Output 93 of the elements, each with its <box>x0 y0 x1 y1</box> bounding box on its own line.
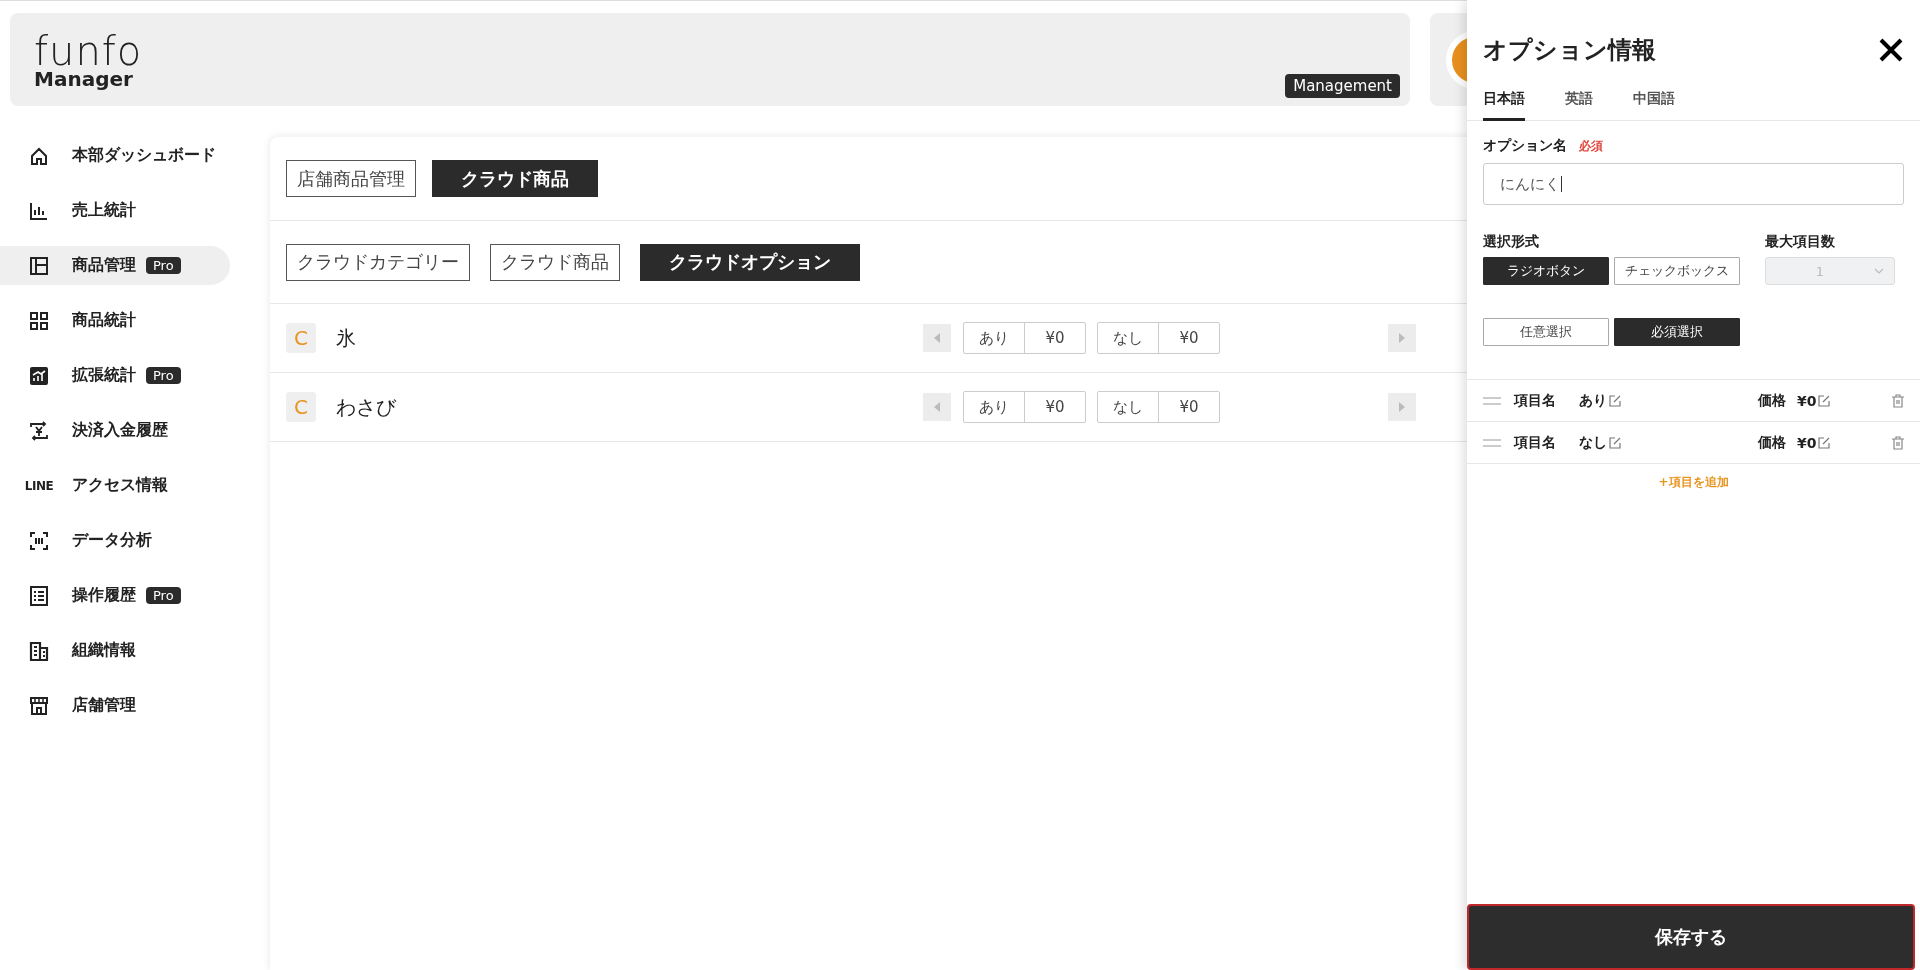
language-tab[interactable]: 日本語 <box>1483 82 1525 121</box>
yen-exchange-icon <box>29 420 49 441</box>
home-icon <box>29 145 49 166</box>
edit-icon <box>1818 436 1831 449</box>
choice-price: ¥0 <box>1024 392 1085 422</box>
text-cursor <box>1561 176 1562 192</box>
price-label: 価格 <box>1758 433 1787 452</box>
trash-icon <box>1892 435 1904 450</box>
scroll-left-button[interactable] <box>923 393 951 421</box>
edit-icon <box>1818 394 1831 407</box>
pro-badge: Pro <box>146 367 181 384</box>
pro-badge: Pro <box>146 257 181 274</box>
item-price: ¥0 <box>1797 434 1817 451</box>
sidebar-item[interactable]: 商品統計 <box>0 301 230 340</box>
sidebar-item[interactable]: 本部ダッシュボード <box>0 136 230 175</box>
choice-label: なし <box>1112 396 1144 418</box>
toggle-button[interactable]: 必須選択 <box>1614 318 1740 346</box>
tab[interactable]: 店舗商品管理 <box>286 160 416 197</box>
option-name: 氷 <box>336 324 357 352</box>
store-icon <box>29 695 49 716</box>
delete-button[interactable] <box>1892 435 1904 450</box>
drag-handle-icon <box>1483 438 1501 447</box>
choice-price: ¥0 <box>1158 392 1219 422</box>
required-label: 必須 <box>1579 138 1603 155</box>
sidebar-item[interactable]: データ分析 <box>0 521 230 560</box>
tab[interactable]: クラウドカテゴリー <box>286 243 470 281</box>
item-name-label: 項目名 <box>1514 391 1557 410</box>
drag-handle-icon <box>1483 396 1501 405</box>
toggle-button[interactable]: ラジオボタン <box>1483 257 1609 285</box>
field-label: オプション名 <box>1483 137 1567 155</box>
scan-icon <box>29 530 49 551</box>
left-arrow-icon <box>934 402 940 412</box>
sidebar-item[interactable]: 組織情報 <box>0 631 230 670</box>
language-tab[interactable]: 中国語 <box>1633 82 1675 121</box>
chevron-down-icon <box>1874 268 1884 274</box>
sidebar-item[interactable]: LINE アクセス情報 <box>0 466 230 505</box>
left-arrow-icon <box>934 333 940 343</box>
choice-price: ¥0 <box>1158 323 1219 353</box>
list-icon <box>29 585 49 606</box>
line-logo: LINE <box>24 478 54 493</box>
trash-icon <box>1892 393 1904 408</box>
edit-icon <box>1609 436 1621 449</box>
panel-title: オプション情報 <box>1483 35 1656 66</box>
close-icon <box>1878 37 1904 63</box>
save-button[interactable]: 保存する <box>1467 904 1915 970</box>
input-field[interactable]: にんにく <box>1483 163 1904 205</box>
choice-label: なし <box>1112 327 1144 349</box>
toggle-button[interactable]: 任意選択 <box>1483 318 1609 346</box>
scroll-left-button[interactable] <box>923 324 951 352</box>
pro-badge: Pro <box>146 587 181 604</box>
choice-label: あり <box>978 327 1010 349</box>
scroll-right-button[interactable] <box>1388 393 1416 421</box>
choice-price: ¥0 <box>1024 323 1085 353</box>
chart-icon <box>29 365 49 386</box>
choice-label: あり <box>978 396 1010 418</box>
scroll-right-button[interactable] <box>1388 324 1416 352</box>
sidebar-item[interactable]: 決済入金履歴 <box>0 411 230 450</box>
cloud-badge: C <box>286 323 316 353</box>
bar-chart-icon <box>29 200 49 221</box>
toggle-button[interactable]: チェックボックス <box>1614 257 1740 285</box>
mode-badge: Management <box>1285 74 1400 98</box>
cloud-badge: C <box>286 392 316 422</box>
sidebar-item[interactable]: 売上統計 <box>0 191 230 230</box>
field-label: 選択形式 <box>1483 233 1540 251</box>
item-name: あり <box>1579 391 1607 410</box>
right-arrow-icon <box>1399 402 1405 412</box>
price-label: 価格 <box>1758 391 1787 410</box>
tab[interactable]: クラウドオプション <box>640 243 860 281</box>
item-price: ¥0 <box>1797 392 1817 409</box>
sidebar-item[interactable]: 店舗管理 <box>0 686 230 725</box>
field-label: 最大項目数 <box>1765 233 1836 251</box>
edit-icon <box>1609 394 1621 407</box>
item-name-label: 項目名 <box>1514 433 1557 452</box>
edit-button[interactable] <box>1609 436 1621 449</box>
logo-subtitle: Manager <box>34 68 134 89</box>
building-icon <box>29 640 49 661</box>
tab[interactable]: クラウド商品 <box>432 160 598 197</box>
option-name: わさび <box>336 393 398 421</box>
language-tab[interactable]: 英語 <box>1565 82 1593 121</box>
edit-button[interactable] <box>1818 436 1831 449</box>
logo-text: funfo <box>34 30 143 71</box>
layout-icon <box>29 255 49 276</box>
right-arrow-icon <box>1399 333 1405 343</box>
sidebar-item[interactable]: 商品管理 Pro <box>0 246 230 285</box>
item-name: なし <box>1579 433 1607 452</box>
grid-icon <box>29 310 49 331</box>
edit-button[interactable] <box>1818 394 1831 407</box>
delete-button[interactable] <box>1892 393 1904 408</box>
sidebar-item[interactable]: 拡張統計 Pro <box>0 356 230 395</box>
edit-button[interactable] <box>1609 394 1621 407</box>
sidebar-item[interactable]: 操作履歴 Pro <box>0 576 230 615</box>
close-button[interactable] <box>1878 37 1904 63</box>
tab[interactable]: クラウド商品 <box>490 243 620 281</box>
